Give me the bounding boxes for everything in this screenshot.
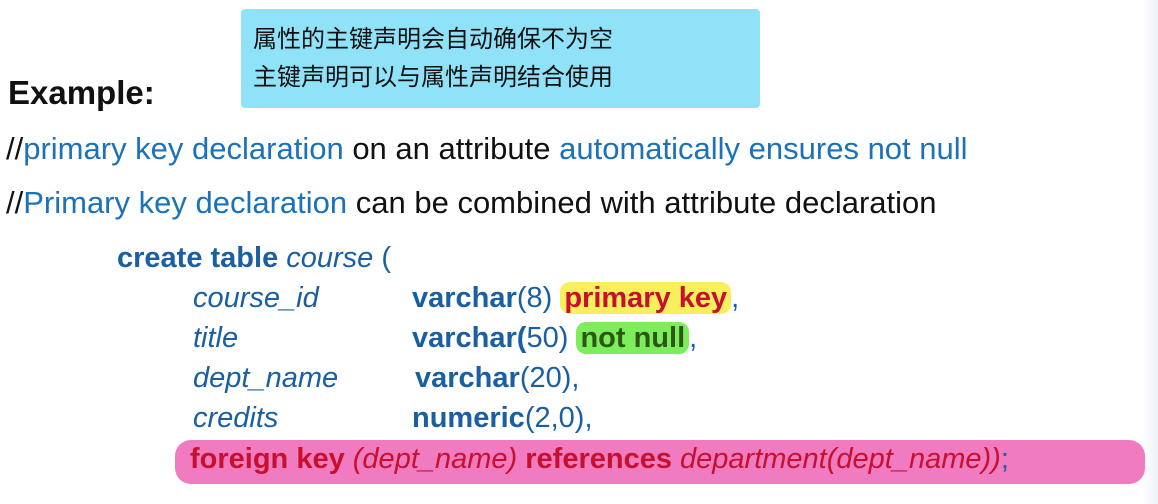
- column-type: varchar: [412, 282, 517, 314]
- primary-key-highlight: primary key: [560, 282, 732, 314]
- comment-text: can be combined with attribute declarati…: [347, 185, 937, 220]
- slide-edge-shadow: [1142, 0, 1158, 504]
- not-null-keyword: not null: [580, 322, 686, 354]
- column-name: credits: [193, 402, 279, 434]
- column-type: varchar: [415, 362, 520, 394]
- column-type-line: varchar(8) primary key,: [412, 282, 739, 315]
- primary-key-keyword: primary key: [564, 282, 728, 314]
- code-create-line: create table course (: [117, 242, 391, 275]
- column-tail: ,: [731, 282, 740, 314]
- not-null-highlight: not null: [576, 322, 690, 354]
- column-type-line: varchar(50) not null,: [412, 322, 697, 355]
- column-args: (2,0),: [524, 402, 593, 434]
- column-name: title: [193, 322, 239, 354]
- foreign-key-keyword: foreign key: [190, 443, 345, 475]
- comment-line-2: //Primary key declaration can be combine…: [6, 185, 937, 221]
- foreign-key-column: (dept_name): [344, 443, 526, 475]
- create-table-keyword: create table: [117, 242, 279, 274]
- callout-line-2: 主键声明可以与属性声明结合使用: [253, 63, 613, 91]
- comment-text: on an attribute: [343, 131, 560, 166]
- table-name: course: [286, 242, 374, 274]
- comment-line-1: //primary key declaration on an attribut…: [6, 131, 968, 167]
- foreign-key-line: foreign key (dept_name) references depar…: [190, 443, 1009, 476]
- comment-highlight: Primary key declaration: [23, 185, 348, 220]
- column-tail: ,: [689, 322, 698, 354]
- column-type-line: varchar(20),: [415, 362, 579, 395]
- column-type-line: numeric(2,0),: [412, 402, 593, 435]
- column-type: varchar(: [412, 322, 527, 354]
- example-heading: Example:: [8, 74, 155, 111]
- column-args: (8): [516, 282, 553, 314]
- column-args: (20),: [519, 362, 580, 394]
- comment-prefix: //: [6, 131, 24, 166]
- chinese-callout-box: 属性的主键声明会自动确保不为空 主键声明可以与属性声明结合使用: [241, 9, 760, 108]
- column-name: dept_name: [193, 362, 339, 394]
- open-paren: (: [373, 242, 392, 274]
- comment-highlight: automatically ensures not null: [559, 131, 968, 166]
- referenced-table: department(dept_name)): [671, 443, 1001, 475]
- column-name: course_id: [193, 282, 319, 314]
- callout-line-1: 属性的主键声明会自动确保不为空: [253, 25, 613, 53]
- statement-end: ;: [1000, 443, 1009, 475]
- comment-prefix: //: [6, 185, 24, 220]
- comment-highlight: primary key declaration: [23, 131, 344, 166]
- column-type: numeric: [412, 402, 525, 434]
- column-args: 50): [526, 322, 569, 354]
- references-keyword: references: [525, 443, 672, 475]
